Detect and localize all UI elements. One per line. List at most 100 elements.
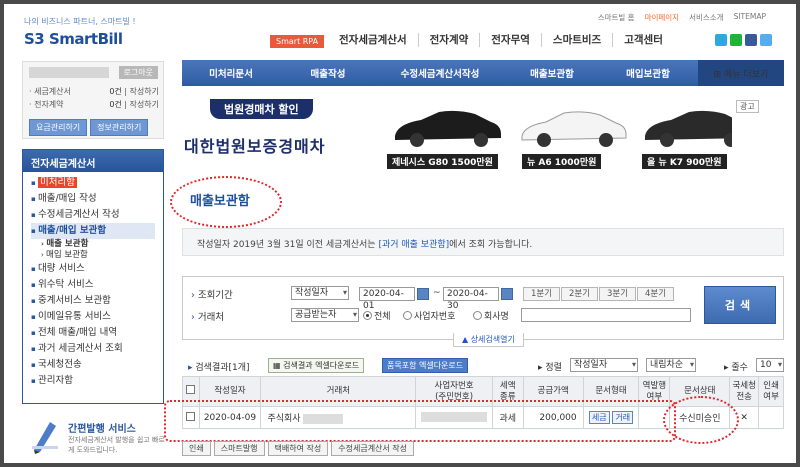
select-all-checkbox[interactable]	[186, 385, 196, 394]
logout-button[interactable]: 로그아웃	[118, 66, 158, 79]
partner-search-input[interactable]	[521, 308, 691, 322]
slogan: 나의 비즈니스 파트너, 스마트빌 !	[24, 17, 136, 26]
q4-button[interactable]: 4분기	[637, 287, 675, 301]
global-nav: 전자세금계산서 전자계약 전자무역 스마트비즈 고객센터	[339, 33, 674, 47]
courier-write-button[interactable]: 택배하여 작성	[267, 441, 329, 456]
write-contract-link[interactable]: 작성하기	[130, 100, 159, 109]
modify-invoice-button[interactable]: 수정세금계산서 작성	[331, 441, 415, 456]
quick-issue-banner[interactable]: 간편발행 서비스 전자세금계산서 발행을 쉽고 빠르게 도와드립니다.	[22, 412, 165, 462]
calendar-icon-to[interactable]	[501, 288, 513, 300]
radio-company[interactable]: 회사명	[473, 309, 509, 322]
rows-select[interactable]: 10	[756, 358, 784, 372]
sidebar-item-1[interactable]: 매출/매입 작성	[31, 191, 155, 207]
helper-desc: 전자세금계산서 발행을 쉽고 빠르게 도와드립니다.	[68, 436, 165, 454]
th-nts: 국세청 전송	[729, 376, 760, 407]
radio-all[interactable]: 전체	[363, 309, 391, 322]
period-type-select[interactable]: 작성일자	[291, 286, 349, 300]
smart-issue-button[interactable]: 스마트발행	[213, 441, 265, 456]
highlight-oval-title	[170, 176, 282, 228]
ad-banner[interactable]: 법원경매차 할인 대한법원보증경매차 제네시스 G80 1500만원 뉴 A6 …	[182, 98, 732, 170]
subnav-purchase-box[interactable]: 매입보관함	[600, 66, 696, 80]
notice-box: 작성일자 2019년 3월 31일 이전 세금계산서는 [과거 매출 보관함]에…	[182, 228, 784, 256]
ad-tag[interactable]: 광고	[736, 100, 759, 113]
order-select[interactable]: 내림차순	[646, 358, 696, 372]
facebook-icon[interactable]	[745, 34, 757, 46]
sidebar-item-10[interactable]: 전체 매출/매입 내역	[31, 325, 155, 341]
util-mypage[interactable]: 마이페이지	[645, 12, 680, 23]
util-sitemap[interactable]: SITEMAP	[734, 12, 766, 23]
sidebar-item-2[interactable]: 수정세금계산서 작성	[31, 207, 155, 223]
twitter-icon[interactable]	[760, 34, 772, 46]
sort-select[interactable]: 작성일자	[570, 358, 638, 372]
search-button[interactable]: 검색	[704, 286, 776, 324]
fee-manage-button[interactable]: 요금관리하기	[29, 119, 88, 136]
car-image-k7	[645, 110, 732, 147]
sidebar-item-13[interactable]: 관리자함	[31, 373, 155, 389]
sidebar-item-9[interactable]: 이메일유통 서비스	[31, 309, 155, 325]
sidebar-item-12[interactable]: 국세청전송	[31, 357, 155, 373]
gnb-trade[interactable]: 전자무역	[479, 33, 541, 47]
radio-bizno-icon	[403, 311, 412, 320]
sns-icon-1[interactable]	[715, 34, 727, 46]
q1-button[interactable]: 1분기	[523, 287, 561, 301]
radio-all-icon	[363, 311, 372, 320]
subnav-sales-box[interactable]: 매출보관함	[504, 66, 600, 80]
smart-rpa-badge[interactable]: Smart RPA	[270, 35, 325, 48]
sidebar-menu: 전자세금계산서 미처리함매출/매입 작성수정세금계산서 작성매출/매입 보관함매…	[22, 149, 164, 404]
print-button[interactable]: 인쇄	[182, 441, 211, 456]
sidebar-title: 전자세금계산서	[23, 150, 163, 172]
sidebar-item-5[interactable]: 매입 보관함	[31, 250, 155, 261]
user-name-blurred	[29, 67, 109, 78]
sidebar-item-8[interactable]: 중계서비스 보관함	[31, 293, 155, 309]
gnb-support[interactable]: 고객센터	[612, 33, 674, 47]
sidebar-item-7[interactable]: 위수탁 서비스	[31, 277, 155, 293]
excel-items-download-button[interactable]: 품목포함 엑셀다운로드	[382, 358, 469, 373]
past-sales-box-link[interactable]: [과거 매출 보관함]	[378, 240, 449, 250]
sns-icon-2[interactable]	[730, 34, 742, 46]
menu-more-button[interactable]: ⊞ 메뉴 더보기	[698, 60, 784, 86]
smartbill-logo[interactable]: S3 SmartBill	[24, 30, 123, 48]
date-from-input[interactable]: 2020-04-01	[359, 287, 415, 311]
gnb-tax-invoice[interactable]: 전자세금계산서	[339, 33, 418, 47]
login-box: 로그아웃 · 세금계산서 0건 | 작성하기 · 전자계약 0건 | 작성하기 …	[22, 61, 164, 139]
sidebar-item-4[interactable]: 매출 보관함	[31, 239, 155, 250]
sidebar-item-0[interactable]: 미처리함	[31, 175, 155, 191]
row-print	[758, 406, 784, 429]
car-label-2: 뉴 A6 1000만원	[522, 154, 602, 169]
helper-title: 간편발행 서비스	[68, 424, 136, 435]
result-bar: 검색결과[1개] ▦ 검색결과 엑셀다운로드 품목포함 엑셀다운로드 ▸ 정렬 …	[182, 358, 784, 374]
q3-button[interactable]: 3분기	[599, 287, 637, 301]
excel-download-button[interactable]: ▦ 검색결과 엑셀다운로드	[268, 358, 365, 373]
subnav-modify-write[interactable]: 수정세금계산서작성	[376, 66, 504, 80]
banner-main-text: 대한법원보증경매차	[184, 137, 326, 156]
car-label-3: 올 뉴 K7 900만원	[642, 154, 727, 169]
gnb-contract[interactable]: 전자계약	[417, 33, 480, 47]
sidebar-item-6[interactable]: 대량 서비스	[31, 261, 155, 277]
util-intro[interactable]: 서비스소개	[689, 12, 724, 23]
highlight-oval-status	[663, 396, 739, 444]
sidebar-item-11[interactable]: 과거 세금계산서 조회	[31, 341, 155, 357]
login-row-invoice: · 세금계산서 0건 | 작성하기	[29, 87, 159, 96]
browser-frame: 나의 비즈니스 파트너, 스마트빌 ! S3 SmartBill 스마트빌 홈 …	[4, 4, 796, 463]
partner-type-select[interactable]: 공급받는자	[291, 308, 359, 322]
partner-label: 거래처	[191, 309, 224, 323]
result-count: 검색결과[1개]	[188, 360, 249, 373]
write-invoice-link[interactable]: 작성하기	[130, 87, 159, 96]
util-home[interactable]: 스마트빌 홈	[598, 12, 635, 23]
sidebar-item-3[interactable]: 매출/매입 보관함	[31, 223, 155, 239]
date-to-input[interactable]: 2020-04-30	[443, 287, 499, 311]
info-manage-button[interactable]: 정보관리하기	[90, 119, 149, 136]
subnav-unprocessed[interactable]: 미처리문서	[182, 66, 280, 80]
calendar-icon-from[interactable]	[417, 288, 429, 300]
banner-pill: 법원경매차 할인	[210, 99, 313, 119]
subnav-sales-write[interactable]: 매출작성	[280, 66, 376, 80]
q2-button[interactable]: 2분기	[561, 287, 599, 301]
pen-icon	[32, 422, 58, 454]
car-image-g80	[395, 110, 501, 147]
th-print: 인쇄 여부	[758, 376, 784, 407]
radio-bizno[interactable]: 사업자번호	[403, 309, 455, 322]
gnb-smartbiz[interactable]: 스마트비즈	[540, 33, 612, 47]
detail-search-toggle[interactable]: ▲ 상세검색열기	[453, 333, 524, 347]
search-panel: 조회기간 작성일자 2020-04-01 ~ 2020-04-30 1분기 2분…	[182, 276, 784, 347]
sns-links	[715, 34, 772, 46]
